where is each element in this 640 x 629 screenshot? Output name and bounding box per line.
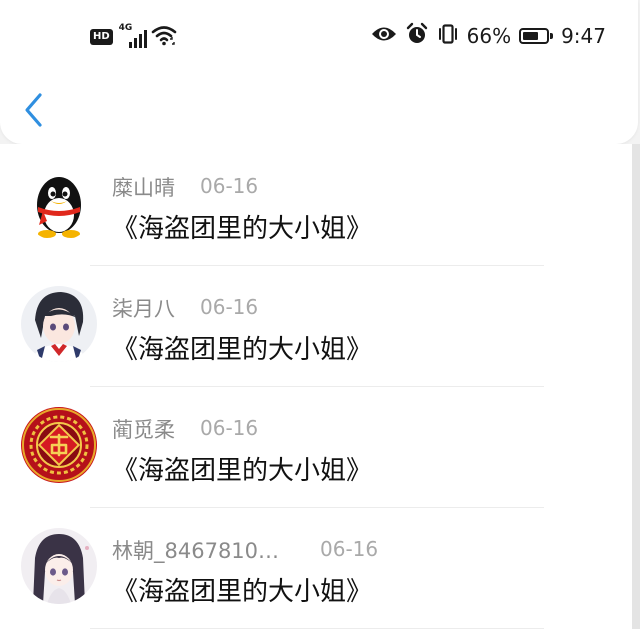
comment-text: 《海盗团里的大小姐》: [112, 335, 373, 365]
status-right-group: 66% 9:47: [371, 22, 606, 50]
battery-percent: 66%: [466, 24, 512, 48]
fortune-emblem-avatar[interactable]: [21, 407, 97, 483]
comment-item[interactable]: 糜山晴 06-16 《海盗团里的大小姐》: [0, 144, 632, 265]
status-bar: HD 4G 66% 9:47: [0, 0, 640, 76]
anime-girl-avatar[interactable]: [21, 528, 97, 604]
comment-username[interactable]: 蔺觅柔: [112, 414, 175, 444]
wifi-icon: [151, 24, 177, 50]
clock: 9:47: [561, 24, 606, 48]
comment-date: 06-16: [200, 174, 259, 198]
status-left-group: HD 4G: [90, 23, 177, 50]
battery-icon: [519, 28, 554, 44]
back-button[interactable]: [18, 90, 52, 130]
hd-icon: HD: [90, 29, 113, 45]
comment-item[interactable]: 柒月八 06-16 《海盗团里的大小姐》: [0, 265, 632, 386]
comment-item[interactable]: 蔺觅柔 06-16 《海盗团里的大小姐》: [0, 386, 632, 507]
comment-date: 06-16: [200, 295, 259, 319]
comment-username[interactable]: 糜山晴: [112, 172, 175, 202]
scroll-edge: [632, 144, 640, 629]
comment-list-screen: HD 4G 66% 9:47 糜山晴 06-16 《海盗团里的大小姐》 柒月八 …: [0, 0, 640, 629]
comment-date: 06-16: [200, 416, 259, 440]
vibrate-icon: [437, 23, 459, 49]
signal-icon: 4G: [119, 23, 147, 48]
eye-icon: [371, 24, 397, 48]
comment-item[interactable]: 林朝_8467810… 06-16 《海盗团里的大小姐》: [0, 507, 632, 628]
comment-date: 06-16: [320, 537, 379, 561]
comment-text: 《海盗团里的大小姐》: [112, 214, 373, 244]
comment-text: 《海盗团里的大小姐》: [112, 456, 373, 486]
alarm-icon: [405, 22, 429, 50]
anime-boy-avatar[interactable]: [21, 286, 97, 362]
comment-list: 糜山晴 06-16 《海盗团里的大小姐》 柒月八 06-16 《海盗团里的大小姐…: [0, 144, 632, 629]
comment-text: 《海盗团里的大小姐》: [112, 577, 373, 607]
chevron-left-icon: [25, 93, 42, 127]
comment-username[interactable]: 林朝_8467810…: [112, 535, 279, 565]
header-bar: HD 4G 66% 9:47: [0, 0, 638, 144]
comment-username[interactable]: 柒月八: [112, 293, 175, 323]
qq-penguin-avatar[interactable]: [21, 165, 97, 241]
